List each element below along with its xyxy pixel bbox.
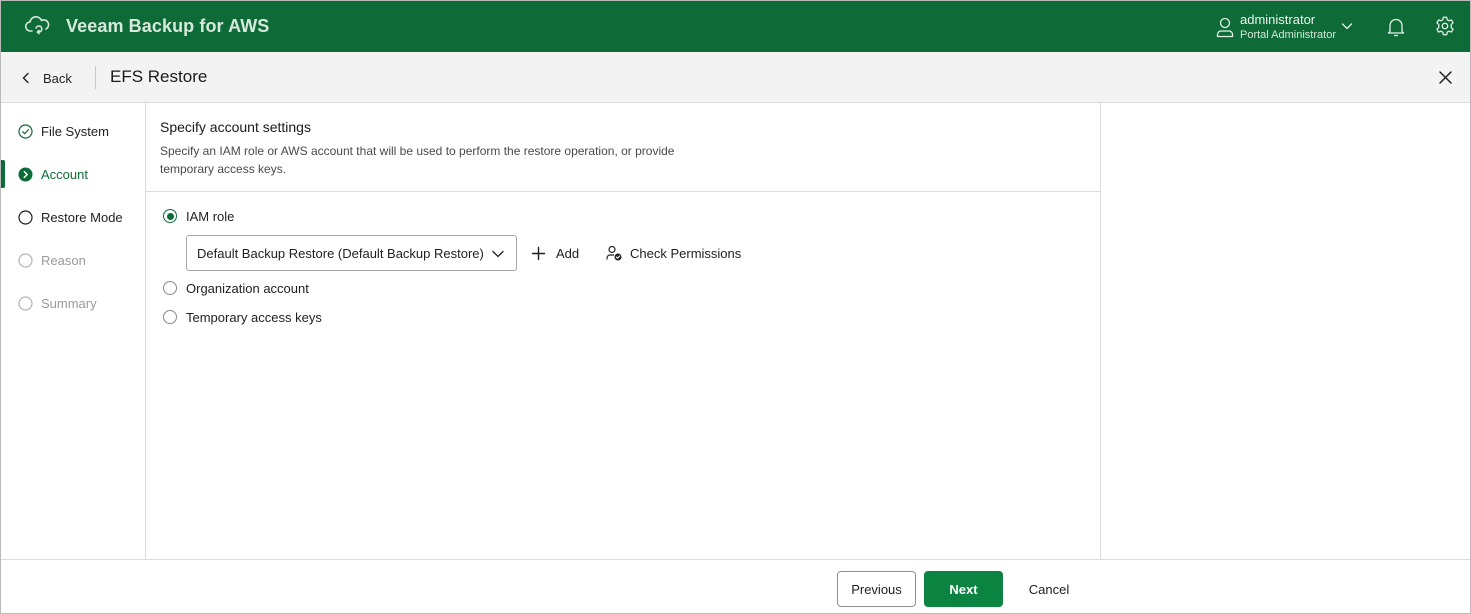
iam-role-select[interactable]: Default Backup Restore (Default Backup R… xyxy=(186,235,517,271)
cancel-button[interactable]: Cancel xyxy=(1017,571,1081,607)
step-label: Account xyxy=(41,166,88,182)
close-icon[interactable] xyxy=(1437,69,1454,86)
plus-icon xyxy=(531,246,546,260)
user-name[interactable]: administrator xyxy=(1240,12,1315,27)
radio-button[interactable] xyxy=(163,209,177,223)
info-panel xyxy=(1101,103,1470,559)
select-value: Default Backup Restore (Default Backup R… xyxy=(197,246,484,261)
top-header: Veeam Backup for AWS administrator Porta… xyxy=(1,1,1470,52)
main-content: Specify account settings Specify an IAM … xyxy=(146,103,1101,559)
wizard-title-bar: Back EFS Restore xyxy=(1,52,1470,103)
section-description: Specify an IAM role or AWS account that … xyxy=(160,144,675,176)
radio-label: IAM role xyxy=(186,208,235,224)
section-title: Specify account settings xyxy=(160,119,311,135)
gear-icon[interactable] xyxy=(1434,15,1456,37)
step-label: Reason xyxy=(41,252,86,268)
app-window: Veeam Backup for AWS administrator Porta… xyxy=(0,0,1471,614)
check-circle-icon xyxy=(18,123,33,139)
app-title: Veeam Backup for AWS xyxy=(66,16,270,36)
option-iam-role[interactable]: IAM role xyxy=(163,207,234,225)
step-file-system[interactable]: File System xyxy=(1,116,145,146)
bell-icon[interactable] xyxy=(1386,16,1406,38)
cloud-sync-icon xyxy=(25,16,50,35)
back-button[interactable]: Back xyxy=(19,67,72,89)
radio-label: Organization account xyxy=(186,280,309,296)
chevron-down-icon xyxy=(492,250,504,258)
option-organization-account[interactable]: Organization account xyxy=(163,279,309,297)
radio-button[interactable] xyxy=(163,310,177,324)
page-title: EFS Restore xyxy=(110,67,208,86)
user-role: Portal Administrator xyxy=(1240,29,1336,41)
add-iam-role-button[interactable]: Add xyxy=(531,243,579,263)
radio-label: Temporary access keys xyxy=(186,309,322,325)
add-label: Add xyxy=(556,245,580,261)
title-divider xyxy=(95,66,96,89)
chevron-down-icon[interactable] xyxy=(1340,19,1354,33)
disabled-step-icon xyxy=(18,295,33,311)
user-check-icon xyxy=(606,245,622,261)
radio-button[interactable] xyxy=(163,281,177,295)
step-label: Restore Mode xyxy=(41,209,123,225)
step-label: File System xyxy=(41,123,109,139)
wizard-steps: File System Account Restore Mode Reason xyxy=(1,103,146,559)
option-temporary-access-keys[interactable]: Temporary access keys xyxy=(163,308,322,326)
pending-step-icon xyxy=(18,209,33,225)
check-permissions-button[interactable]: Check Permissions xyxy=(606,243,741,263)
chevron-left-icon xyxy=(22,72,29,84)
next-button[interactable]: Next xyxy=(924,571,1003,607)
current-step-icon xyxy=(18,167,33,181)
previous-button[interactable]: Previous xyxy=(837,571,916,607)
step-label: Summary xyxy=(41,295,97,311)
check-permissions-label: Check Permissions xyxy=(630,245,742,261)
step-summary: Summary xyxy=(1,288,145,318)
wizard-footer: Previous Next Cancel xyxy=(1,559,1470,613)
disabled-step-icon xyxy=(18,252,33,268)
user-icon[interactable] xyxy=(1215,16,1235,38)
back-label: Back xyxy=(43,70,72,86)
section-header: Specify account settings Specify an IAM … xyxy=(146,103,1100,192)
step-reason: Reason xyxy=(1,245,145,275)
step-restore-mode[interactable]: Restore Mode xyxy=(1,202,145,232)
step-account[interactable]: Account xyxy=(1,159,145,189)
